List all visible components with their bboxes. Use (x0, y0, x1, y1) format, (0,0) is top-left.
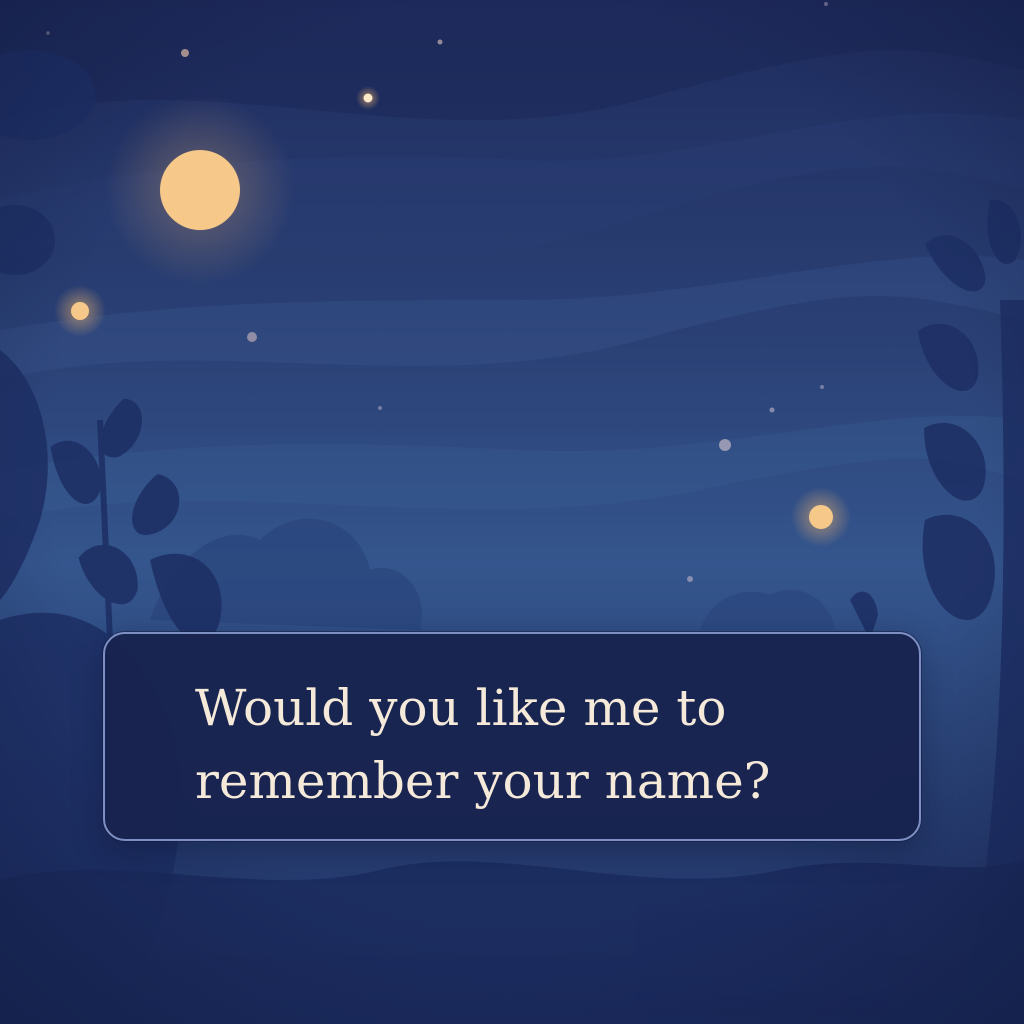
dialog-line-1: Would you like me to (195, 679, 727, 737)
night-scene-background (0, 0, 1024, 1024)
dialog-box: Would you like me to remember your name? (103, 632, 921, 841)
dialog-text: Would you like me to remember your name? (195, 672, 895, 818)
dialog-line-2: remember your name? (195, 752, 771, 810)
game-screen: Would you like me to remember your name? (0, 0, 1024, 1024)
